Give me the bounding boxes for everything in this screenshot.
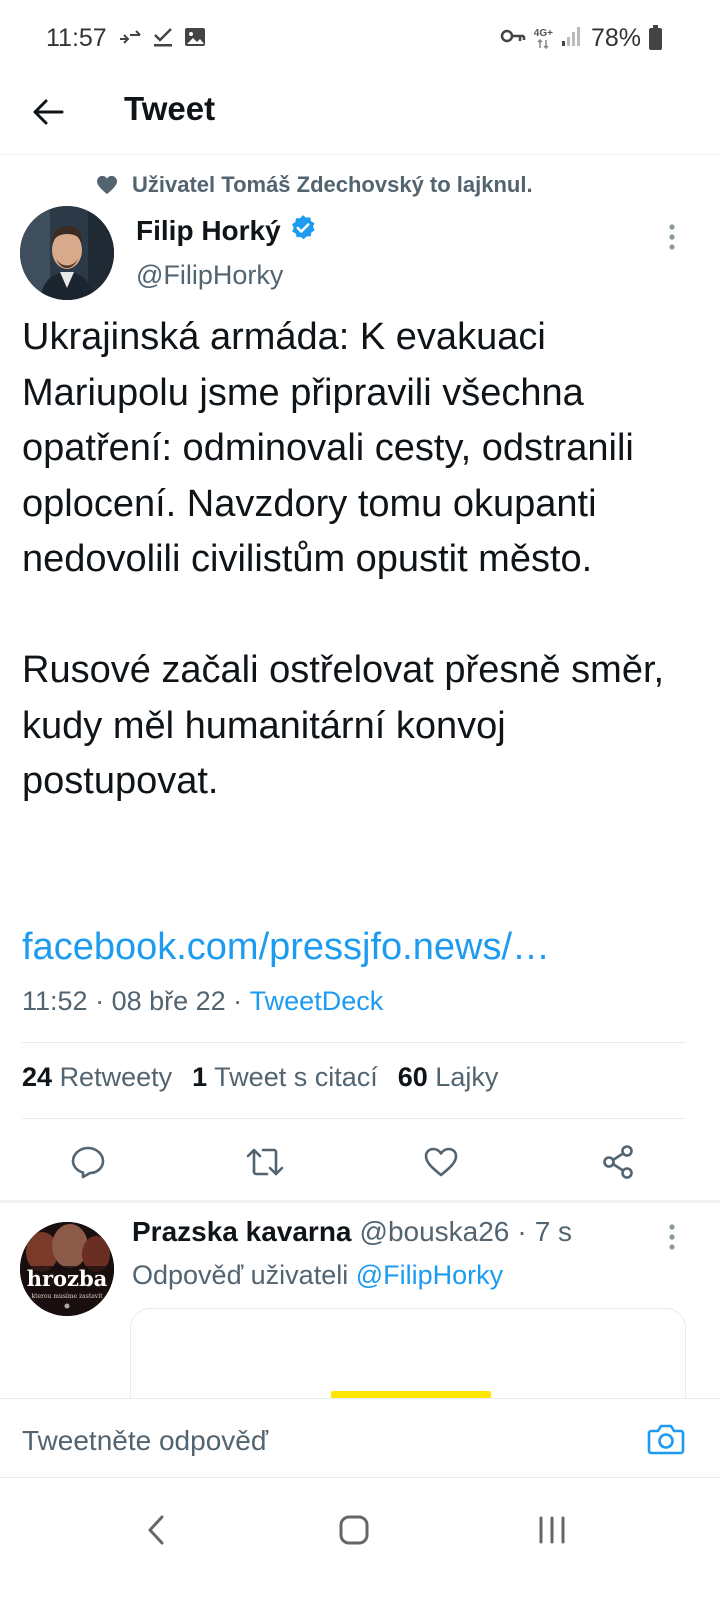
reply-input[interactable]: Tweetněte odpověď [22,1425,268,1457]
retweets-label: Retweety [59,1062,173,1092]
camera-icon [647,1424,685,1455]
social-context[interactable]: Uživatel Tomáš Zdechovský to lajknul. [96,172,533,198]
heart-icon [424,1147,458,1177]
meta-separator: · [87,986,112,1016]
author-handle[interactable]: @FilipHorky [136,260,283,291]
chevron-left-icon [148,1515,164,1545]
system-back-button[interactable] [126,1508,186,1552]
tweet-source-link[interactable]: TweetDeck [250,986,384,1017]
more-vertical-icon [669,1224,675,1250]
checkmark-icon [152,26,174,53]
reply-icon [71,1146,105,1179]
arrow-left-icon [33,99,64,125]
reply-avatar-subtext: kterou musíme zastavit [31,1293,103,1300]
battery-percent: 78% [590,24,641,52]
system-recents-button[interactable] [522,1508,582,1552]
home-square-icon [339,1515,369,1545]
tweet-actions [0,1134,720,1190]
tweet-time: 11:52 [22,986,88,1016]
recents-icon [539,1516,565,1544]
retweets-count: 24 [22,1062,53,1092]
reply-to-prefix: Odpověď uživateli [132,1260,349,1290]
meta-separator: · [225,986,250,1016]
likes-label: Lajky [435,1062,499,1092]
share-button[interactable] [596,1140,640,1184]
retweets-stat[interactable]: 24 Retweety [22,1062,172,1093]
reply-header: Prazska kavarna @bouska26 · 7 s [132,1216,572,1248]
tweet-date: 08 bře 22 [111,986,226,1016]
more-options-button[interactable] [658,220,686,254]
tweet-paragraph: Rusové začali ostřelovat přesně směr, ku… [22,649,665,802]
signal-icon [561,25,583,52]
retweet-button[interactable] [243,1140,287,1184]
likes-count: 60 [397,1062,428,1092]
author-name-row[interactable]: Filip Horký [136,214,317,247]
reply-separator: · [517,1216,527,1247]
reply-time: 7 s [534,1216,573,1247]
reply-avatar-text: hrozba [27,1266,108,1291]
status-left-icons [118,26,206,53]
tweet-stats: 24 Retweety 1 Tweet s citací 60 Lajky [22,1062,498,1093]
quotes-label: Tweet s citací [214,1062,378,1092]
author-name[interactable]: Filip Horký [136,215,281,247]
divider [22,1118,686,1119]
verified-badge-icon [289,214,317,247]
avatar[interactable] [20,206,114,300]
quotes-stat[interactable]: 1 Tweet s citací [192,1062,378,1093]
network-type: 4G+ [533,27,553,49]
status-right: 4G+ 78% [500,24,662,53]
battery-icon [649,24,662,50]
tweet-text: Ukrajinská armáda: K evakuaci Mariupolu … [22,310,702,810]
call-forwarding-icon [118,27,142,52]
reply-button[interactable] [66,1140,110,1184]
like-button[interactable] [419,1140,463,1184]
system-home-button[interactable] [324,1508,384,1552]
page-title: Tweet [124,90,216,127]
divider [22,1042,686,1043]
reply-composer[interactable]: Tweetněte odpověď [0,1398,720,1478]
tweet-meta: 11:52 · 08 bře 22 · TweetDeck [22,986,383,1017]
status-bar: 11:57 4G+ 78% [0,0,720,80]
reply-more-options-button[interactable] [658,1220,686,1254]
reply-avatar[interactable]: hrozba kterou musíme zastavit [20,1222,114,1316]
likes-stat[interactable]: 60 Lajky [398,1062,499,1093]
social-context-text: Uživatel Tomáš Zdechovský to lajknul. [132,172,533,197]
more-vertical-icon [669,224,675,250]
status-time: 11:57 [46,24,107,52]
tweet-link[interactable]: facebook.com/pressjfo.news/… [22,920,550,975]
network-label: 4G+ [533,27,553,39]
back-button[interactable] [26,90,70,134]
key-icon [500,26,526,51]
system-navbar [0,1478,720,1600]
quotes-count: 1 [192,1062,208,1092]
header: Tweet [0,80,720,155]
camera-button[interactable] [646,1421,686,1457]
reply-author-name[interactable]: Prazska kavarna [132,1216,352,1248]
image-icon [184,26,206,53]
section-separator [0,1200,720,1203]
heart-filled-icon [97,175,117,195]
share-icon [603,1145,633,1179]
reply-to: Odpověď uživateli @FilipHorky [132,1260,503,1291]
tweet-paragraph: Ukrajinská armáda: K evakuaci Mariupolu … [22,316,634,580]
reply-author-handle[interactable]: @bouska26 [360,1216,510,1248]
reply-to-mention[interactable]: @FilipHorky [356,1260,503,1290]
retweet-icon [246,1148,284,1176]
